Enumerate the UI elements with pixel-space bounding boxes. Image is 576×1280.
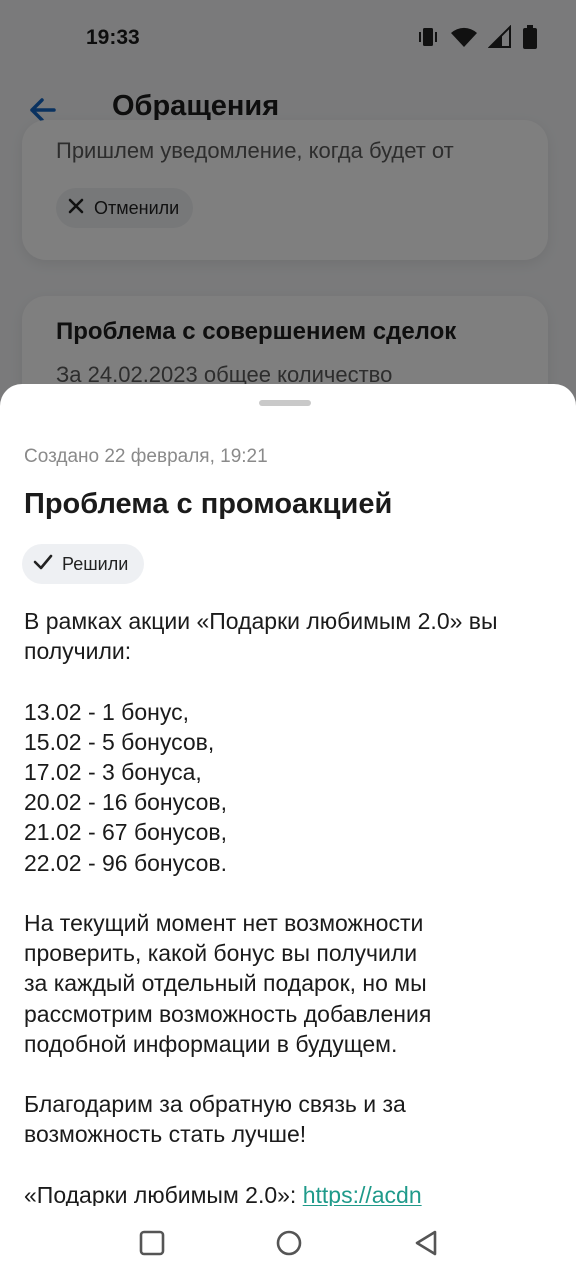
footer-text: «Подарки любимым 2.0»: — [24, 1181, 303, 1208]
message-paragraph: Благодарим за обратную связь и за возмож… — [24, 1091, 406, 1148]
recents-square-icon[interactable] — [137, 1228, 167, 1258]
ticket-message: В рамках акции «Подарки любимым 2.0» вы … — [24, 606, 554, 1208]
message-paragraph: В рамках акции «Подарки любимым 2.0» вы … — [24, 608, 498, 665]
message-paragraph: На текущий момент нет возможности провер… — [24, 910, 432, 1057]
drag-handle[interactable] — [259, 400, 311, 406]
ticket-title: Проблема с промоакцией — [24, 488, 393, 520]
back-triangle-icon[interactable] — [411, 1228, 441, 1258]
check-icon — [32, 551, 54, 578]
message-footer: «Подарки любимым 2.0»: https://acdn — [24, 1180, 554, 1208]
home-circle-icon[interactable] — [274, 1228, 304, 1258]
promo-link[interactable]: https://acdn — [303, 1182, 422, 1208]
status-label: Решили — [62, 553, 129, 574]
created-date: Создано 22 февраля, 19:21 — [24, 446, 268, 467]
message-paragraph: 13.02 - 1 бонус, 15.02 - 5 бонусов, 17.0… — [24, 698, 228, 876]
ticket-detail-sheet: Создано 22 февраля, 19:21 Проблема с про… — [0, 384, 576, 1280]
system-nav-bar — [0, 1206, 576, 1280]
status-badge: Решили — [22, 544, 145, 584]
